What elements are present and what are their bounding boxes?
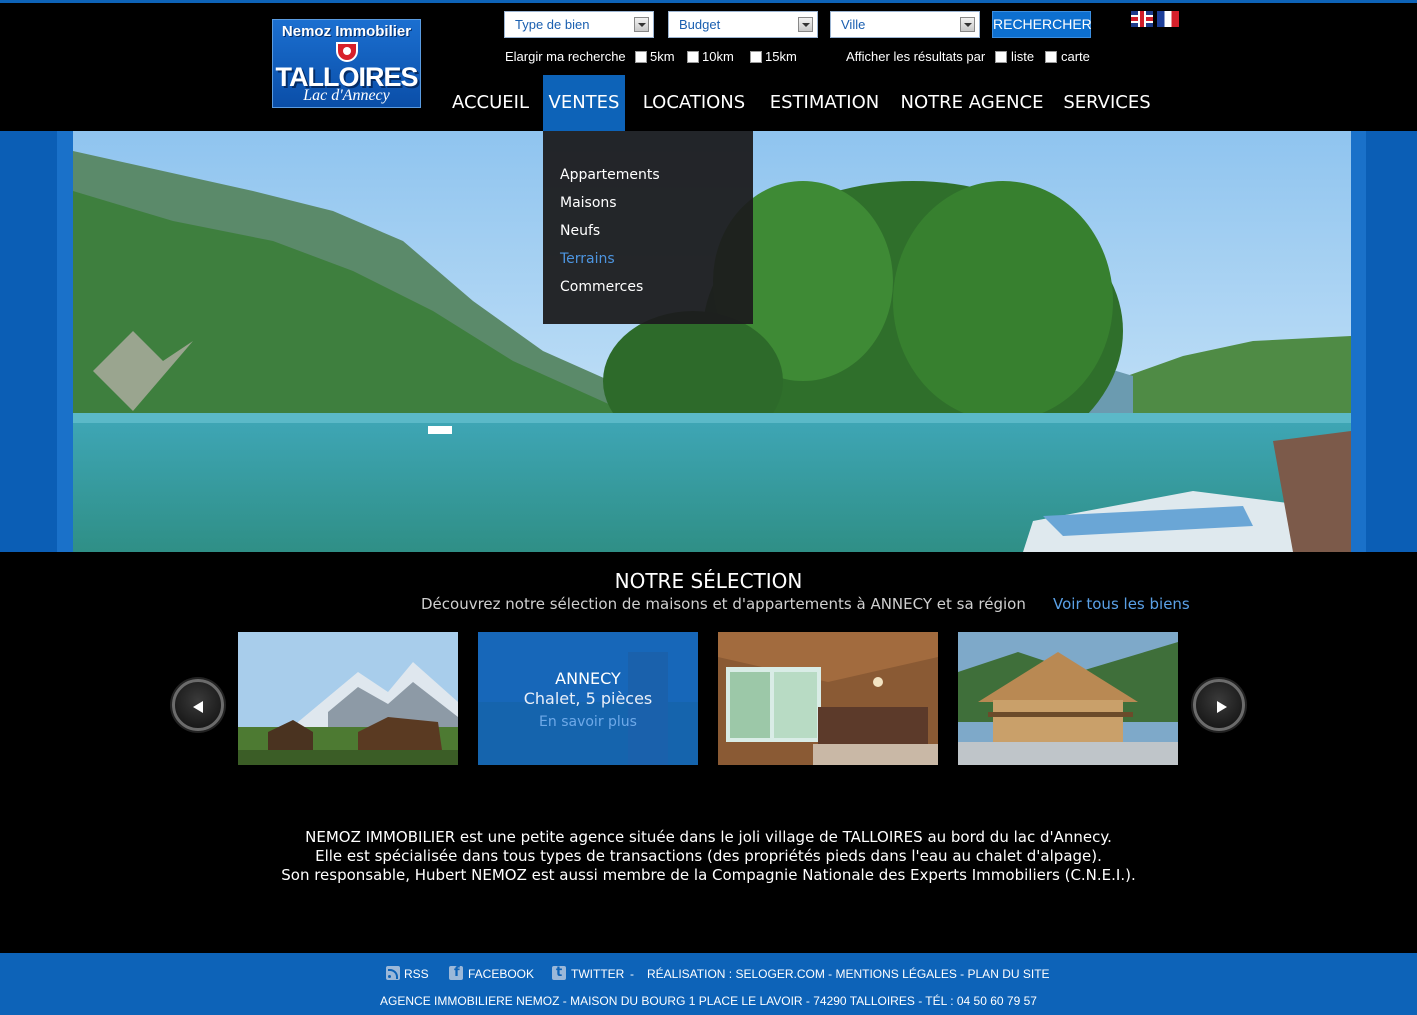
- nav-estimation[interactable]: ESTIMATION: [765, 75, 884, 131]
- featured-property-overlay: ANNECY Chalet, 5 pièces En savoir plus: [478, 632, 698, 765]
- property-thumbnail-annecy-chalet[interactable]: ANNECY Chalet, 5 pièces En savoir plus: [478, 632, 698, 765]
- radius-15km-label: 15km: [765, 49, 797, 64]
- agency-logo[interactable]: Nemoz Immobilier TALLOIRES Lac d'Annecy: [272, 19, 421, 108]
- radius-15km-checkbox[interactable]: [750, 51, 762, 63]
- property-thumbnail-wooden-chalet[interactable]: [958, 632, 1178, 765]
- featured-property-type: Chalet, 5 pièces: [523, 689, 653, 708]
- search-button[interactable]: RECHERCHER: [992, 11, 1092, 38]
- footer-address: AGENCE IMMOBILIERE NEMOZ - MAISON DU BOU…: [380, 994, 1037, 1008]
- display-map-label: carte: [1061, 49, 1090, 64]
- logo-line3: Lac d'Annecy: [303, 87, 390, 104]
- nav-services[interactable]: SERVICES: [1060, 75, 1154, 131]
- nav-notre-agence[interactable]: NOTRE AGENCE: [898, 75, 1046, 131]
- description-line: Elle est spécialisée dans tous types de …: [315, 847, 1102, 865]
- footer-rss-link[interactable]: RSS: [404, 967, 429, 981]
- display-results-label: Afficher les résultats par: [846, 49, 986, 64]
- city-select-value: Ville: [841, 17, 866, 32]
- rss-icon: [386, 966, 400, 980]
- widen-search-label: Elargir ma recherche: [505, 49, 626, 64]
- dropdown-item-appartements[interactable]: Appartements: [543, 164, 753, 192]
- footer-twitter-link[interactable]: TWITTER: [571, 967, 624, 981]
- budget-select[interactable]: Budget: [668, 11, 818, 38]
- footer-separator: -: [630, 967, 634, 981]
- dropdown-item-terrains[interactable]: Terrains: [543, 248, 753, 276]
- budget-select-value: Budget: [679, 17, 721, 32]
- property-thumbnail-bedroom[interactable]: [718, 632, 938, 765]
- radius-10km-label: 10km: [702, 49, 734, 64]
- property-type-select[interactable]: Type de bien: [504, 11, 654, 38]
- twitter-icon: [552, 965, 566, 980]
- arrow-left-icon: [193, 701, 203, 713]
- radius-5km-checkbox[interactable]: [635, 51, 647, 63]
- selection-subtitle: Découvrez notre sélection de maisons et …: [421, 595, 1026, 613]
- arrow-right-icon: [1217, 701, 1227, 713]
- radius-5km-label: 5km: [650, 49, 675, 64]
- selection-title: NOTRE SÉLECTION: [614, 569, 803, 593]
- logo-line1: Nemoz Immobilier: [281, 23, 412, 40]
- footer-facebook-link[interactable]: FACEBOOK: [468, 967, 534, 981]
- chevron-down-icon: [634, 17, 649, 32]
- city-select[interactable]: Ville: [830, 11, 980, 38]
- english-flag-icon[interactable]: [1131, 11, 1153, 27]
- property-thumbnail-mountain-chalets[interactable]: [238, 632, 458, 765]
- logo-emblem-icon: [336, 42, 358, 62]
- footer-credits-links[interactable]: RÉALISATION : SELOGER.COM - MENTIONS LÉG…: [647, 967, 1050, 981]
- carousel-next-button[interactable]: [1193, 679, 1245, 731]
- ventes-dropdown-menu: Appartements Maisons Neufs Terrains Comm…: [543, 131, 753, 324]
- chevron-down-icon: [960, 17, 975, 32]
- page: Nemoz Immobilier TALLOIRES Lac d'Annecy …: [0, 0, 1417, 1015]
- display-map-checkbox[interactable]: [1045, 51, 1057, 63]
- nav-locations[interactable]: LOCATIONS: [637, 75, 751, 131]
- radius-10km-checkbox[interactable]: [687, 51, 699, 63]
- display-list-label: liste: [1011, 49, 1035, 64]
- description-line: Son responsable, Hubert NEMOZ est aussi …: [281, 866, 1136, 884]
- property-type-select-value: Type de bien: [515, 17, 590, 32]
- footer: RSS FACEBOOK TWITTER - RÉALISATION : SEL…: [0, 953, 1417, 1015]
- display-list-checkbox[interactable]: [995, 51, 1007, 63]
- dropdown-item-neufs[interactable]: Neufs: [543, 220, 753, 248]
- dropdown-item-commerces[interactable]: Commerces: [543, 276, 753, 304]
- see-all-properties-link[interactable]: Voir tous les biens: [1053, 595, 1190, 613]
- agency-description: NEMOZ IMMOBILIER est une petite agence s…: [0, 828, 1417, 885]
- carousel-prev-button[interactable]: [172, 679, 224, 731]
- chevron-down-icon: [798, 17, 813, 32]
- dropdown-item-maisons[interactable]: Maisons: [543, 192, 753, 220]
- nav-ventes[interactable]: VENTES: [543, 75, 625, 140]
- featured-property-city: ANNECY: [555, 669, 621, 688]
- french-flag-icon[interactable]: [1157, 11, 1179, 27]
- featured-property-more-link[interactable]: En savoir plus: [478, 714, 698, 730]
- facebook-icon: [449, 965, 463, 980]
- description-line: NEMOZ IMMOBILIER est une petite agence s…: [305, 828, 1112, 846]
- nav-accueil[interactable]: ACCUEIL: [448, 75, 533, 131]
